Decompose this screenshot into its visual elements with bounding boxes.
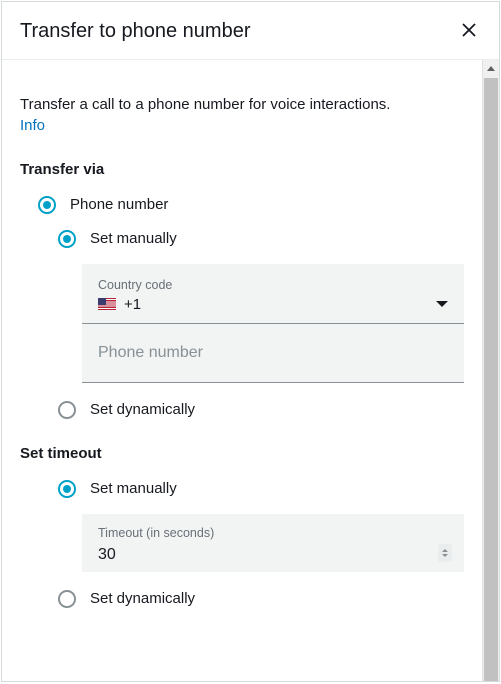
- stepper-up-icon: [442, 549, 448, 552]
- scroll-track[interactable]: [483, 78, 499, 681]
- radio-button-icon: [38, 196, 56, 214]
- country-code-value: +1: [124, 296, 141, 313]
- dialog-body: Transfer a call to a phone number for vo…: [2, 60, 499, 681]
- radio-set-dynamically[interactable]: Set dynamically: [20, 401, 464, 419]
- phone-number-input[interactable]: Phone number: [82, 324, 464, 383]
- set-timeout-title: Set timeout: [20, 445, 464, 462]
- radio-set-manually[interactable]: Set manually: [20, 230, 464, 248]
- radio-label: Set manually: [90, 480, 177, 497]
- radio-timeout-dynamically[interactable]: Set dynamically: [20, 590, 464, 608]
- transfer-via-section: Transfer via Phone number Set manually C…: [20, 161, 464, 419]
- scrollbar[interactable]: [482, 60, 499, 681]
- timeout-stepper[interactable]: [438, 544, 452, 562]
- dialog-title: Transfer to phone number: [20, 20, 251, 43]
- radio-label: Set dynamically: [90, 590, 195, 607]
- scroll-up-arrow[interactable]: [483, 60, 499, 78]
- scroll-thumb[interactable]: [484, 78, 498, 681]
- radio-phone-number[interactable]: Phone number: [20, 196, 464, 214]
- radio-button-icon: [58, 480, 76, 498]
- country-code-label: Country code: [98, 278, 172, 292]
- transfer-via-title: Transfer via: [20, 161, 464, 178]
- stepper-down-icon: [442, 554, 448, 557]
- transfer-dialog: Transfer to phone number Transfer a call…: [1, 1, 500, 682]
- timeout-label: Timeout (in seconds): [98, 526, 214, 540]
- radio-label: Set manually: [90, 230, 177, 247]
- radio-button-icon: [58, 401, 76, 419]
- chevron-down-icon: [436, 301, 448, 307]
- radio-label: Phone number: [70, 196, 168, 213]
- dialog-header: Transfer to phone number: [2, 2, 499, 60]
- phone-fields: Country code +1 Phone number: [82, 264, 464, 383]
- radio-button-icon: [58, 230, 76, 248]
- info-link[interactable]: Info: [20, 117, 45, 134]
- close-button[interactable]: [457, 18, 481, 45]
- close-icon: [461, 22, 477, 38]
- radio-label: Set dynamically: [90, 401, 195, 418]
- timeout-value: 30: [98, 546, 214, 564]
- us-flag-icon: [98, 298, 116, 310]
- radio-button-icon: [58, 590, 76, 608]
- country-code-select[interactable]: Country code +1: [82, 264, 464, 324]
- timeout-input[interactable]: Timeout (in seconds) 30: [82, 514, 464, 572]
- description-text: Transfer a call to a phone number for vo…: [20, 94, 464, 117]
- set-timeout-section: Set timeout Set manually Timeout (in sec…: [20, 445, 464, 608]
- timeout-field-block: Timeout (in seconds) 30: [82, 514, 464, 572]
- content-area: Transfer a call to a phone number for vo…: [2, 60, 482, 681]
- radio-timeout-manually[interactable]: Set manually: [20, 480, 464, 498]
